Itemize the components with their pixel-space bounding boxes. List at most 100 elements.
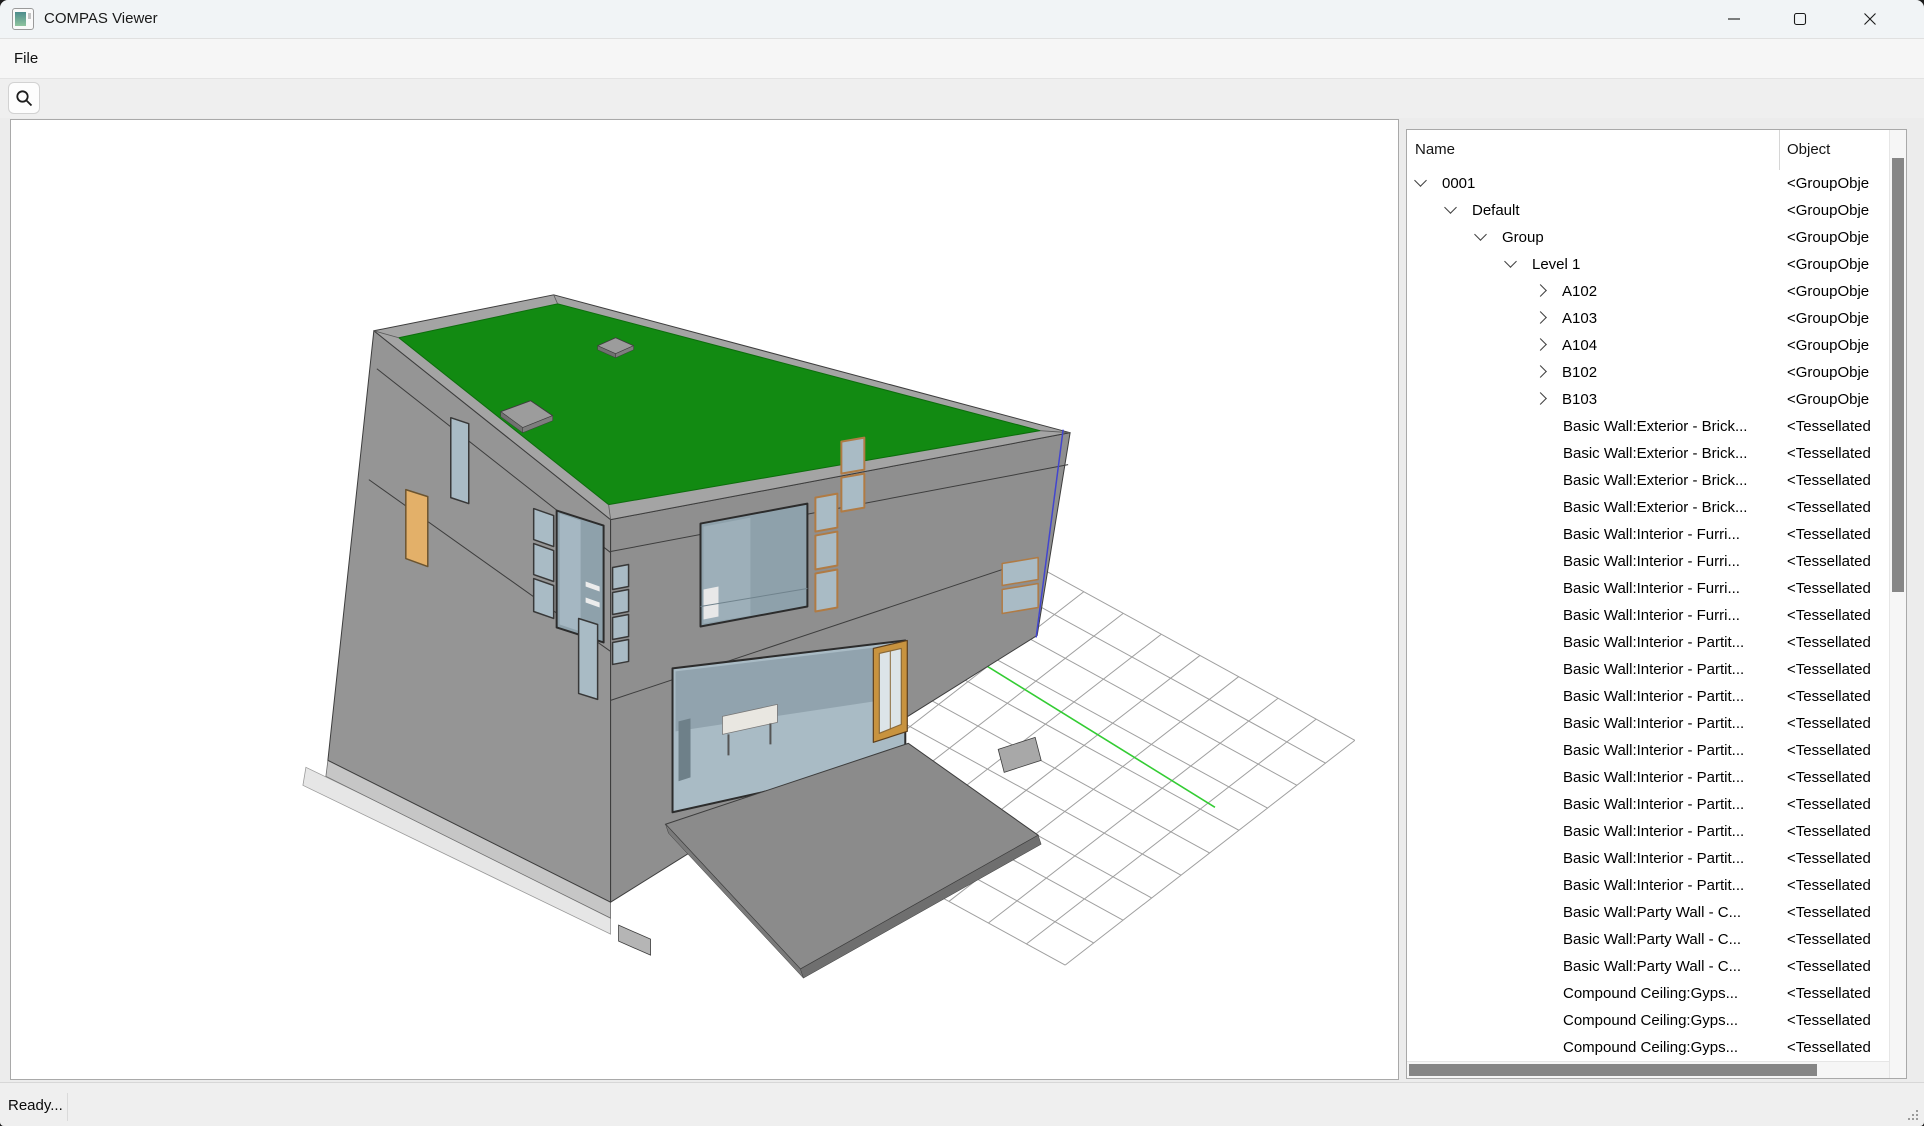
tree-item-label: Default	[1472, 197, 1520, 224]
tree-row[interactable]: Level 1<GroupObje	[1407, 251, 1889, 278]
horizontal-scrollbar[interactable]	[1407, 1061, 1889, 1078]
vertical-scrollbar-thumb[interactable]	[1892, 158, 1904, 592]
tree-row[interactable]: A103<GroupObje	[1407, 305, 1889, 332]
tree-item-label: Basic Wall:Exterior - Brick...	[1563, 440, 1747, 467]
tree-row[interactable]: Basic Wall:Interior - Partit...<Tessella…	[1407, 683, 1889, 710]
tree-item-label: Basic Wall:Interior - Partit...	[1563, 764, 1744, 791]
tree-item-object: <Tessellated	[1787, 845, 1889, 872]
tree-item-object: <Tessellated	[1787, 926, 1889, 953]
tree-row[interactable]: Default<GroupObje	[1407, 197, 1889, 224]
tree-row[interactable]: A104 <GroupObje	[1407, 332, 1889, 359]
tree-row[interactable]: Basic Wall:Interior - Furri... <Tessellat…	[1407, 548, 1889, 575]
tree-row[interactable]: Basic Wall:Party Wall - C...<Tessellated	[1407, 926, 1889, 953]
tree-row[interactable]: Basic Wall:Interior - Furri...<Tessellat…	[1407, 521, 1889, 548]
chevron-down-icon[interactable]	[1474, 228, 1487, 241]
tree-row[interactable]: B102<GroupObje	[1407, 359, 1889, 386]
tree-item-object: <GroupObje	[1787, 251, 1889, 278]
door-left	[406, 490, 428, 567]
tree-row[interactable]: B103<GroupObje	[1407, 386, 1889, 413]
tree-item-label: Basic Wall:Interior - Partit...	[1563, 629, 1744, 656]
window-big-right	[701, 504, 808, 627]
tree-row[interactable]: Basic Wall:Party Wall - C...<Tessellated	[1407, 899, 1889, 926]
tree-item-label: 0001	[1442, 170, 1475, 197]
window-slot-lower	[579, 618, 598, 699]
tree-item-object: <Tessellated	[1787, 656, 1889, 683]
tree-row[interactable]: Compound Ceiling:Gyps... <Tessellated	[1407, 1034, 1889, 1061]
resize-grip-icon[interactable]	[1905, 1107, 1921, 1123]
tree-item-label: Basic Wall:Interior - Partit...	[1563, 710, 1744, 737]
titlebar[interactable]: COMPAS Viewer	[0, 0, 1924, 39]
tree-item-object: <GroupObje	[1787, 386, 1889, 413]
tree-item-object: <Tessellated	[1787, 980, 1889, 1007]
tree-item-object: <Tessellated	[1787, 548, 1889, 575]
tree-item-object: <Tessellated	[1787, 818, 1889, 845]
tree-row[interactable]: Basic Wall:Interior - Partit...<Tessella…	[1407, 656, 1889, 683]
tree-item-object: <Tessellated	[1787, 737, 1889, 764]
tree-row[interactable]: Basic Wall:Interior - Furri...<Tessellat…	[1407, 602, 1889, 629]
window-slot-upper	[451, 418, 469, 504]
horizontal-scrollbar-thumb[interactable]	[1409, 1064, 1817, 1076]
tree-item-object: <Tessellated	[1787, 1034, 1889, 1061]
tree-row[interactable]: Basic Wall:Interior - Partit...<Tessella…	[1407, 629, 1889, 656]
app-window: COMPAS Viewer File	[0, 0, 1924, 1126]
tree-row[interactable]: Basic Wall:Interior - Partit...<Tessella…	[1407, 872, 1889, 899]
tree-row[interactable]: Basic Wall:Exterior - Brick...<Tessellat…	[1407, 440, 1889, 467]
tree-item-label: Basic Wall:Party Wall - C...	[1563, 899, 1741, 926]
tree-item-label: A104	[1562, 332, 1597, 359]
menu-file[interactable]: File	[14, 39, 38, 78]
tree-item-object: <Tessellated	[1787, 953, 1889, 980]
tree-item-object: <GroupObje	[1787, 224, 1889, 251]
chevron-right-icon[interactable]	[1534, 338, 1547, 351]
chevron-down-icon[interactable]	[1414, 174, 1427, 187]
vertical-scrollbar[interactable]	[1889, 130, 1906, 1078]
tree-row[interactable]: 0001 <GroupObje	[1407, 170, 1889, 197]
close-button[interactable]	[1837, 0, 1903, 38]
tree-row[interactable]: Basic Wall:Interior - Partit...<Tessella…	[1407, 764, 1889, 791]
tree-item-object: <Tessellated	[1787, 872, 1889, 899]
chevron-right-icon[interactable]	[1534, 311, 1547, 324]
tree-row[interactable]: Basic Wall:Interior - Partit...<Tessella…	[1407, 845, 1889, 872]
tree-row[interactable]: Basic Wall:Exterior - Brick...<Tessellat…	[1407, 413, 1889, 440]
tree-row[interactable]: Group<GroupObje	[1407, 224, 1889, 251]
tree-row[interactable]: Basic Wall:Interior - Partit...<Tessella…	[1407, 818, 1889, 845]
chevron-right-icon[interactable]	[1534, 392, 1547, 405]
window-stack-left	[534, 509, 554, 619]
chevron-right-icon[interactable]	[1534, 284, 1547, 297]
tree-row[interactable]: Basic Wall:Exterior - Brick...<Tessellat…	[1407, 467, 1889, 494]
chevron-down-icon[interactable]	[1444, 201, 1457, 214]
tree-row[interactable]: Basic Wall:Interior - Partit...<Tessella…	[1407, 791, 1889, 818]
tree-item-object: <Tessellated	[1787, 710, 1889, 737]
tree-item-label: Basic Wall:Interior - Furri...	[1563, 575, 1740, 602]
viewport-3d[interactable]	[10, 119, 1399, 1080]
menubar: File	[0, 39, 1924, 79]
tree-row[interactable]: Basic Wall:Party Wall - C...<Tessellated	[1407, 953, 1889, 980]
chevron-right-icon[interactable]	[1534, 365, 1547, 378]
tree-item-label: Compound Ceiling:Gyps...	[1563, 1007, 1738, 1034]
tree-row[interactable]: Basic Wall:Interior - Partit... <Tessella…	[1407, 710, 1889, 737]
chevron-down-icon[interactable]	[1504, 255, 1517, 268]
tree-header: Name Object	[1407, 130, 1906, 170]
tree-item-label: Compound Ceiling:Gyps...	[1563, 1034, 1738, 1061]
tree-row[interactable]: Basic Wall:Interior - Partit...<Tessella…	[1407, 737, 1889, 764]
search-button[interactable]	[8, 82, 40, 114]
minimize-button[interactable]	[1701, 0, 1767, 38]
tree-item-label: Basic Wall:Exterior - Brick...	[1563, 494, 1747, 521]
tree-row[interactable]: Compound Ceiling:Gyps...<Tessellated	[1407, 1007, 1889, 1034]
tree-item-object: <GroupObje	[1787, 332, 1889, 359]
tree-item-label: Basic Wall:Interior - Furri...	[1563, 548, 1740, 575]
column-header-object[interactable]: Object	[1787, 130, 1830, 170]
tree-row[interactable]: Compound Ceiling:Gyps...<Tessellated	[1407, 980, 1889, 1007]
tree-item-object: <GroupObje	[1787, 170, 1889, 197]
tree-item-label: Basic Wall:Interior - Partit...	[1563, 683, 1744, 710]
tree-item-object: <Tessellated	[1787, 791, 1889, 818]
tree-row[interactable]: Basic Wall:Interior - Furri...<Tessellat…	[1407, 575, 1889, 602]
tree-item-object: <Tessellated	[1787, 521, 1889, 548]
maximize-button[interactable]	[1767, 0, 1833, 38]
toolbar	[0, 79, 1924, 119]
minimize-icon	[1727, 12, 1741, 26]
tree-row[interactable]: Basic Wall:Exterior - Brick...<Tessellat…	[1407, 494, 1889, 521]
column-header-name[interactable]: Name	[1415, 130, 1455, 170]
tree-row[interactable]: A102<GroupObje	[1407, 278, 1889, 305]
column-divider[interactable]	[1779, 130, 1780, 170]
tree-item-label: Basic Wall:Interior - Furri...	[1563, 602, 1740, 629]
